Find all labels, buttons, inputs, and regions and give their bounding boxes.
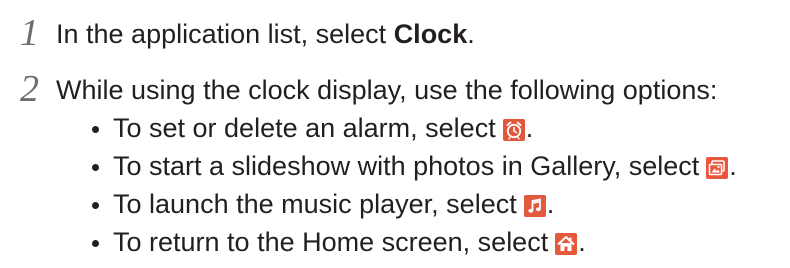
gallery-slideshow-icon	[706, 156, 729, 179]
list-item-period: .	[546, 189, 555, 219]
list-item-text: To launch the music player, select	[113, 189, 517, 219]
alarm-clock-icon	[502, 118, 525, 141]
list-item: To set or delete an alarm, select .	[92, 115, 533, 142]
step-number: 1	[20, 12, 39, 54]
music-note-icon	[523, 194, 546, 217]
list-item-text: To return to the Home screen, select	[113, 227, 549, 257]
step-number: 2	[20, 68, 39, 110]
bullet-dot	[92, 240, 99, 247]
list-item-text: To start a slideshow with photos in Gall…	[113, 151, 700, 181]
bullet-dot	[92, 202, 99, 209]
list-item: To start a slideshow with photos in Gall…	[92, 153, 737, 180]
step-text-bold: Clock	[393, 19, 468, 49]
list-item: To return to the Home screen, select .	[92, 229, 586, 256]
list-item-period: .	[525, 113, 534, 143]
home-icon	[555, 232, 578, 255]
step-text-before: In the application list, select	[56, 19, 394, 49]
step-text: In the application list, select Clock.	[56, 21, 475, 48]
step-text-after: .	[467, 19, 475, 49]
list-item-text: To set or delete an alarm, select	[113, 113, 496, 143]
list-item-period: .	[729, 151, 737, 181]
bullet-dot	[92, 164, 99, 171]
list-item: To launch the music player, select .	[92, 191, 554, 218]
step-text: While using the clock display, use the f…	[56, 75, 718, 105]
list-item-period: .	[578, 227, 586, 257]
bullet-dot	[92, 126, 99, 133]
